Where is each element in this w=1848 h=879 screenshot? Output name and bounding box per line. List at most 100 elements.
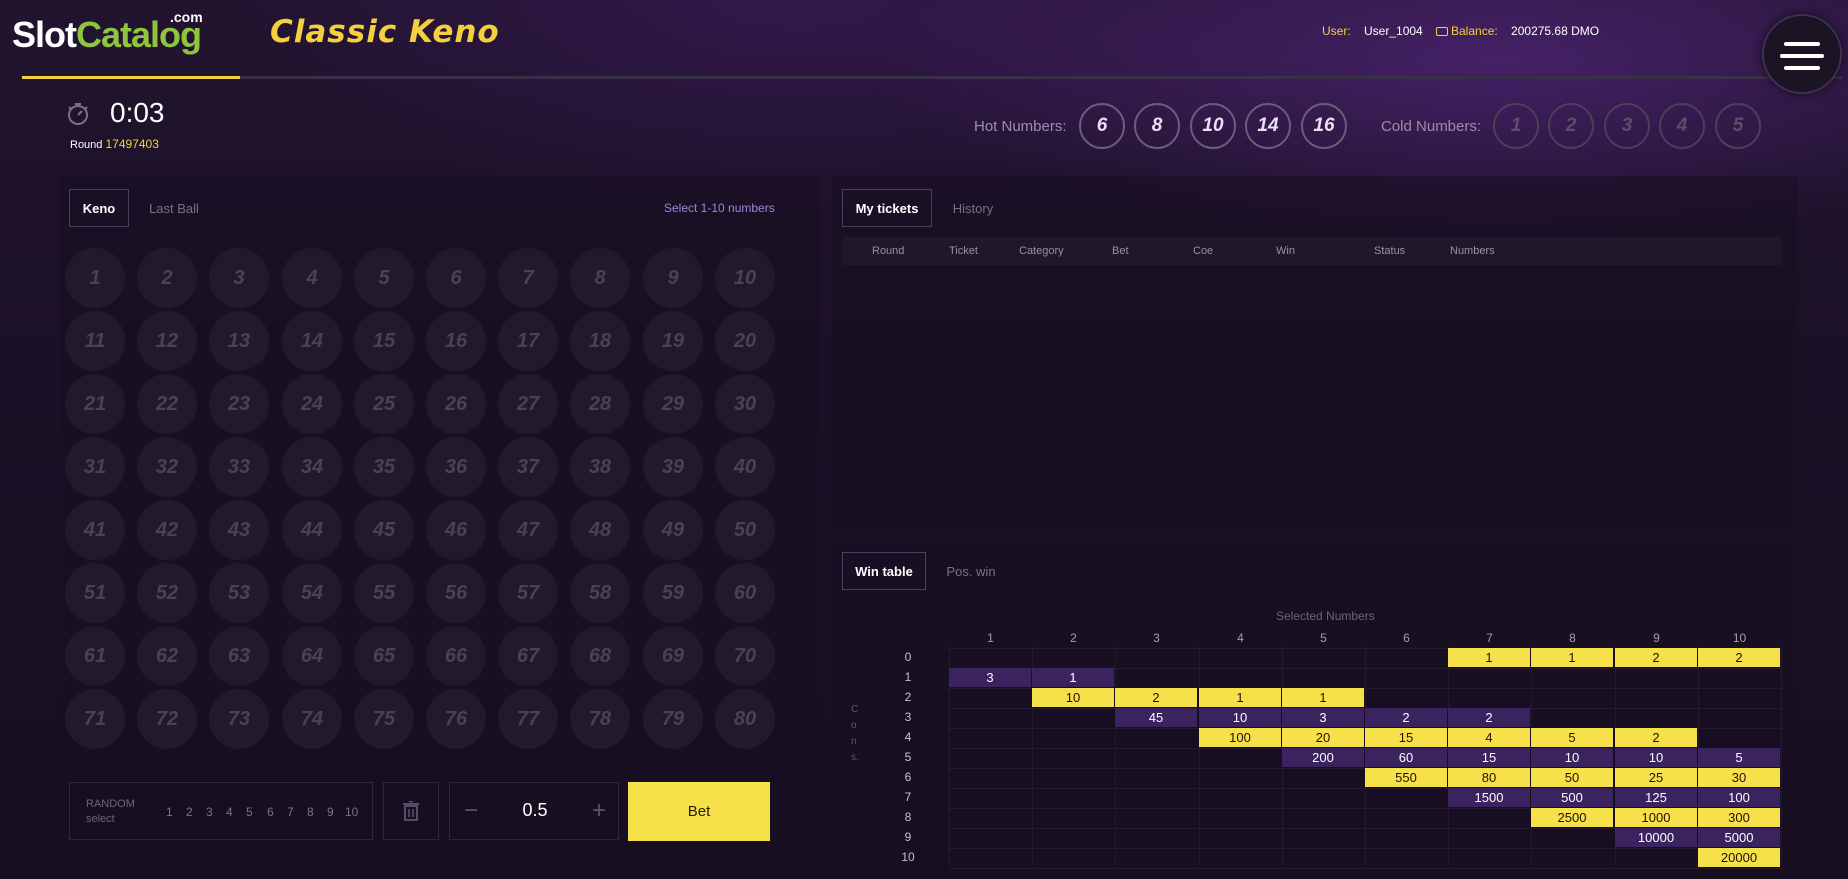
keno-number-ball[interactable]: 71 — [65, 689, 125, 749]
keno-number-ball[interactable]: 27 — [498, 374, 558, 434]
keno-number-ball[interactable]: 20 — [715, 311, 775, 371]
keno-number-ball[interactable]: 67 — [498, 626, 558, 686]
keno-number-ball[interactable]: 12 — [137, 311, 197, 371]
random-count-option[interactable]: 7 — [287, 805, 294, 819]
keno-number-ball[interactable]: 23 — [209, 374, 269, 434]
keno-number-ball[interactable]: 48 — [570, 500, 630, 560]
keno-number-ball[interactable]: 47 — [498, 500, 558, 560]
keno-number-ball[interactable]: 8 — [570, 248, 630, 308]
keno-number-ball[interactable]: 2 — [137, 248, 197, 308]
keno-number-ball[interactable]: 25 — [354, 374, 414, 434]
keno-number-ball[interactable]: 80 — [715, 689, 775, 749]
keno-number-ball[interactable]: 28 — [570, 374, 630, 434]
keno-number-ball[interactable]: 62 — [137, 626, 197, 686]
tab-win-table[interactable]: Win table — [842, 552, 926, 590]
keno-number-ball[interactable]: 35 — [354, 437, 414, 497]
keno-number-ball[interactable]: 63 — [209, 626, 269, 686]
random-count-option[interactable]: 3 — [206, 805, 213, 819]
keno-number-ball[interactable]: 53 — [209, 563, 269, 623]
keno-number-ball[interactable]: 40 — [715, 437, 775, 497]
keno-number-ball[interactable]: 60 — [715, 563, 775, 623]
keno-number-ball[interactable]: 50 — [715, 500, 775, 560]
keno-number-ball[interactable]: 45 — [354, 500, 414, 560]
keno-number-ball[interactable]: 30 — [715, 374, 775, 434]
keno-number-ball[interactable]: 11 — [65, 311, 125, 371]
stake-value[interactable]: 0.5 — [500, 800, 570, 821]
stake-increase-button[interactable]: + — [584, 797, 614, 825]
keno-number-ball[interactable]: 18 — [570, 311, 630, 371]
keno-number-ball[interactable]: 72 — [137, 689, 197, 749]
keno-number-ball[interactable]: 7 — [498, 248, 558, 308]
keno-number-ball[interactable]: 76 — [426, 689, 486, 749]
keno-number-ball[interactable]: 31 — [65, 437, 125, 497]
keno-number-ball[interactable]: 32 — [137, 437, 197, 497]
keno-number-ball[interactable]: 21 — [65, 374, 125, 434]
random-count-option[interactable]: 6 — [267, 805, 274, 819]
keno-number-ball[interactable]: 68 — [570, 626, 630, 686]
keno-number-ball[interactable]: 14 — [282, 311, 342, 371]
random-count-option[interactable]: 10 — [345, 805, 358, 819]
keno-number-ball[interactable]: 42 — [137, 500, 197, 560]
keno-number-ball[interactable]: 78 — [570, 689, 630, 749]
keno-number-ball[interactable]: 6 — [426, 248, 486, 308]
keno-number-ball[interactable]: 64 — [282, 626, 342, 686]
bet-button[interactable]: Bet — [628, 782, 770, 841]
keno-number-ball[interactable]: 1 — [65, 248, 125, 308]
keno-number-ball[interactable]: 43 — [209, 500, 269, 560]
keno-number-ball[interactable]: 77 — [498, 689, 558, 749]
keno-number-ball[interactable]: 19 — [643, 311, 703, 371]
keno-number-ball[interactable]: 75 — [354, 689, 414, 749]
clear-selection-button[interactable] — [383, 782, 439, 840]
random-count-option[interactable]: 1 — [166, 805, 173, 819]
random-count-option[interactable]: 5 — [246, 805, 253, 819]
keno-number-ball[interactable]: 61 — [65, 626, 125, 686]
keno-number-ball[interactable]: 13 — [209, 311, 269, 371]
keno-number-ball[interactable]: 73 — [209, 689, 269, 749]
keno-number-ball[interactable]: 26 — [426, 374, 486, 434]
keno-number-ball[interactable]: 66 — [426, 626, 486, 686]
keno-number-ball[interactable]: 59 — [643, 563, 703, 623]
tab-pos-win[interactable]: Pos. win — [936, 552, 1006, 590]
keno-number-ball[interactable]: 46 — [426, 500, 486, 560]
tab-my-tickets[interactable]: My tickets — [842, 189, 932, 227]
keno-number-ball[interactable]: 41 — [65, 500, 125, 560]
stake-decrease-button[interactable]: − — [456, 797, 486, 825]
keno-number-ball[interactable]: 17 — [498, 311, 558, 371]
keno-number-ball[interactable]: 79 — [643, 689, 703, 749]
keno-number-ball[interactable]: 54 — [282, 563, 342, 623]
keno-number-ball[interactable]: 69 — [643, 626, 703, 686]
random-count-option[interactable]: 8 — [307, 805, 314, 819]
keno-number-ball[interactable]: 44 — [282, 500, 342, 560]
keno-number-ball[interactable]: 37 — [498, 437, 558, 497]
keno-number-ball[interactable]: 49 — [643, 500, 703, 560]
keno-number-ball[interactable]: 5 — [354, 248, 414, 308]
keno-number-ball[interactable]: 16 — [426, 311, 486, 371]
keno-number-ball[interactable]: 58 — [570, 563, 630, 623]
keno-number-ball[interactable]: 3 — [209, 248, 269, 308]
random-count-option[interactable]: 4 — [226, 805, 233, 819]
keno-number-ball[interactable]: 36 — [426, 437, 486, 497]
keno-number-ball[interactable]: 15 — [354, 311, 414, 371]
tab-history[interactable]: History — [942, 189, 1004, 227]
keno-number-ball[interactable]: 65 — [354, 626, 414, 686]
keno-number-ball[interactable]: 74 — [282, 689, 342, 749]
keno-number-ball[interactable]: 33 — [209, 437, 269, 497]
keno-number-ball[interactable]: 52 — [137, 563, 197, 623]
keno-number-ball[interactable]: 29 — [643, 374, 703, 434]
keno-number-ball[interactable]: 57 — [498, 563, 558, 623]
keno-number-ball[interactable]: 70 — [715, 626, 775, 686]
keno-number-ball[interactable]: 38 — [570, 437, 630, 497]
keno-number-ball[interactable]: 56 — [426, 563, 486, 623]
keno-number-ball[interactable]: 39 — [643, 437, 703, 497]
tab-last-ball[interactable]: Last Ball — [140, 189, 208, 227]
keno-number-ball[interactable]: 22 — [137, 374, 197, 434]
random-count-option[interactable]: 9 — [327, 805, 334, 819]
keno-number-ball[interactable]: 34 — [282, 437, 342, 497]
keno-number-ball[interactable]: 24 — [282, 374, 342, 434]
keno-number-ball[interactable]: 51 — [65, 563, 125, 623]
tab-keno[interactable]: Keno — [69, 189, 129, 227]
keno-number-ball[interactable]: 55 — [354, 563, 414, 623]
random-count-option[interactable]: 2 — [186, 805, 193, 819]
keno-number-ball[interactable]: 4 — [282, 248, 342, 308]
keno-number-ball[interactable]: 9 — [643, 248, 703, 308]
